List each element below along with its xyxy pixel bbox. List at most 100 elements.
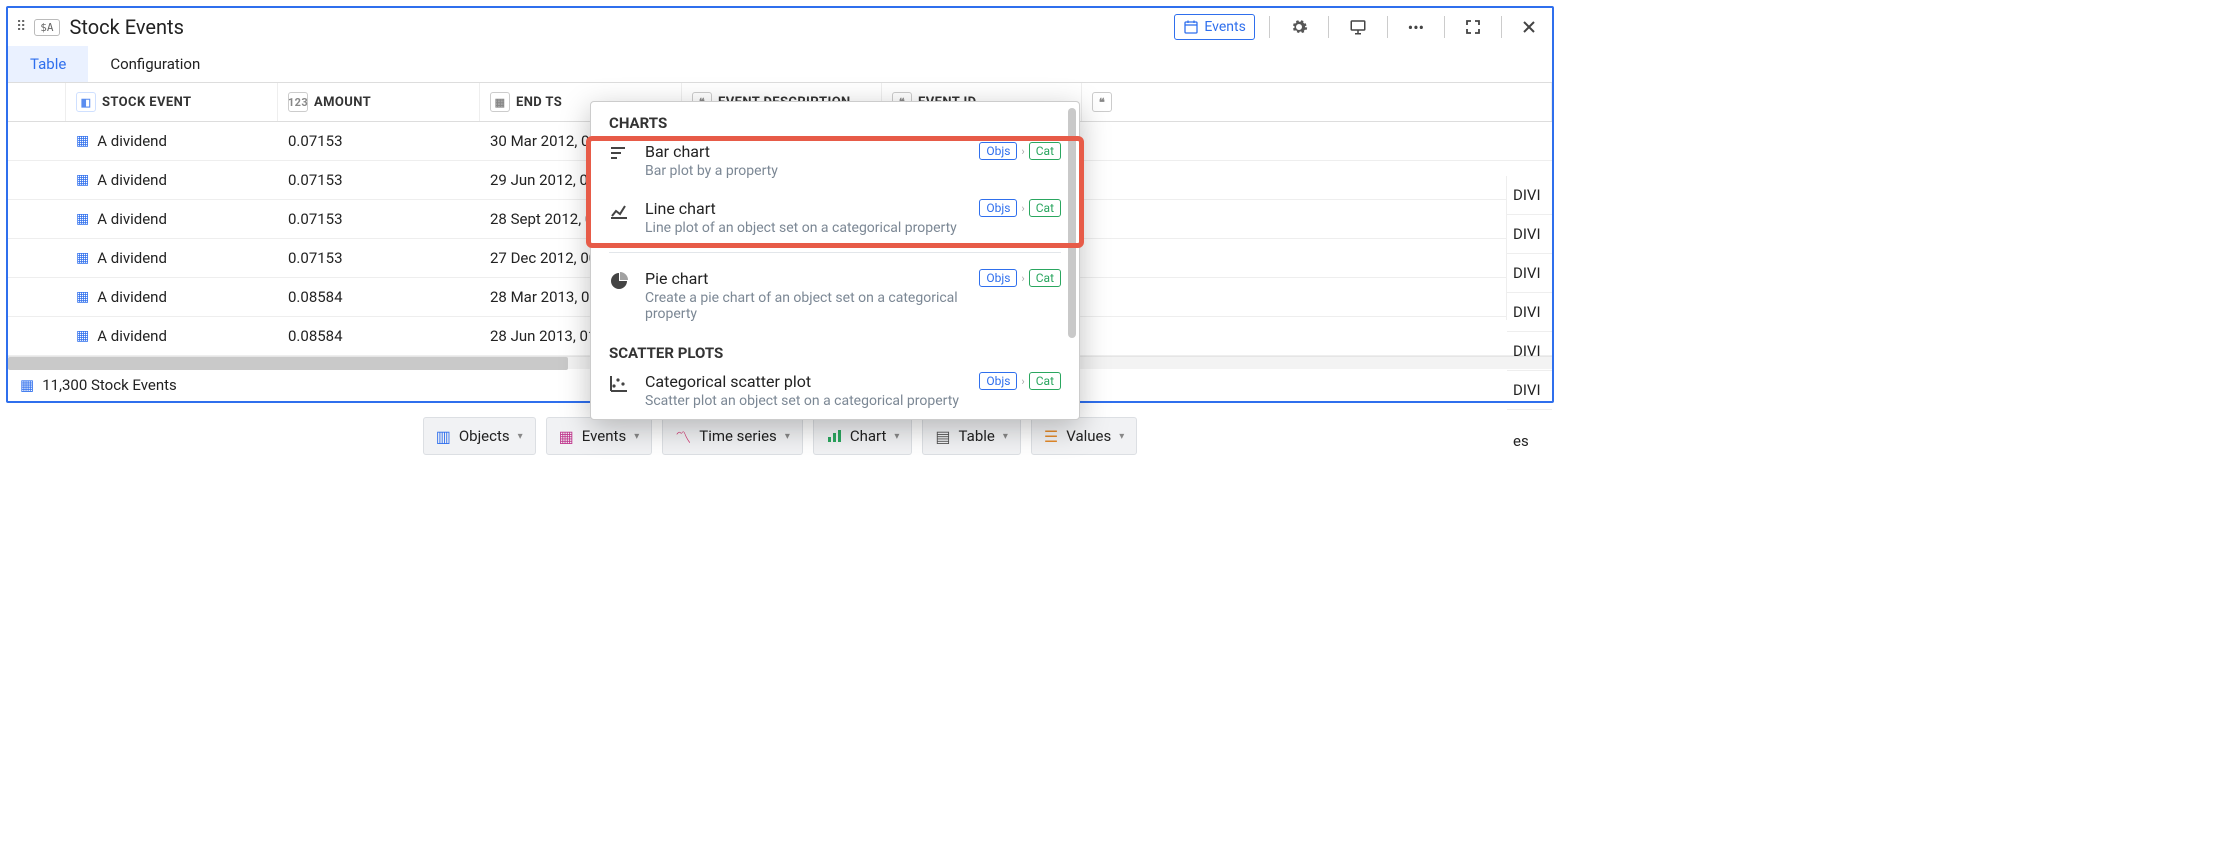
date-type-icon: ▦ bbox=[490, 92, 510, 112]
tag-cat: Cat bbox=[1029, 372, 1061, 390]
gear-icon[interactable] bbox=[1284, 14, 1314, 40]
tag-objs: Objs bbox=[979, 372, 1017, 390]
toolbar-label: Objects bbox=[459, 427, 510, 445]
chart-icon bbox=[826, 428, 842, 444]
column-handle bbox=[8, 83, 66, 121]
panel-title: Stock Events bbox=[70, 15, 1165, 39]
line-chart-icon bbox=[609, 201, 631, 221]
chevron-down-icon: ▾ bbox=[894, 431, 899, 442]
calendar-icon: ▦ bbox=[76, 133, 89, 149]
cell-event: A dividend bbox=[97, 171, 167, 189]
cell-event: A dividend bbox=[97, 288, 167, 306]
toolbar-label: Time series bbox=[699, 427, 777, 445]
calendar-icon bbox=[1183, 19, 1199, 35]
popover-item-desc: Create a pie chart of an object set on a… bbox=[645, 290, 965, 322]
popover-item-line-chart[interactable]: Line chart Line plot of an object set on… bbox=[591, 189, 1079, 246]
chart-type-popover: CHARTS Bar chart Bar plot by a property … bbox=[590, 101, 1080, 420]
popover-item-title: Bar chart bbox=[645, 142, 965, 161]
chevron-right-icon: › bbox=[1021, 272, 1024, 285]
cell-event: A dividend bbox=[97, 132, 167, 150]
toolbar-label: Values bbox=[1066, 427, 1111, 445]
cell-clip: DIVI bbox=[1507, 371, 1552, 410]
toolbar-label: Events bbox=[582, 427, 626, 445]
toolbar-table-button[interactable]: ▤ Table ▾ bbox=[922, 417, 1020, 455]
more-icon[interactable]: ••• bbox=[1402, 14, 1430, 41]
cell-amount: 0.07153 bbox=[278, 167, 480, 193]
tag-cat: Cat bbox=[1029, 142, 1061, 160]
popover-section-charts: CHARTS bbox=[591, 102, 1079, 132]
close-icon[interactable] bbox=[1516, 16, 1542, 38]
column-stock-event[interactable]: ◧ STOCK EVENT bbox=[66, 83, 278, 121]
events-button-label: Events bbox=[1204, 19, 1245, 35]
tag-objs: Objs bbox=[979, 142, 1017, 160]
cell-amount: 0.07153 bbox=[278, 245, 480, 271]
calendar-icon: ▦ bbox=[76, 328, 89, 344]
tag-cat: Cat bbox=[1029, 269, 1061, 287]
chevron-down-icon: ▾ bbox=[785, 431, 790, 442]
chevron-right-icon: › bbox=[1021, 145, 1024, 158]
tab-configuration[interactable]: Configuration bbox=[88, 46, 222, 82]
column-label: STOCK EVENT bbox=[102, 95, 191, 110]
column-label: END TS bbox=[516, 95, 562, 110]
values-icon: ☰ bbox=[1044, 427, 1058, 446]
bar-chart-icon bbox=[609, 144, 631, 164]
drag-handle-icon[interactable]: ⠿ bbox=[16, 19, 24, 35]
popover-item-desc: Line plot of an object set on a categori… bbox=[645, 220, 965, 236]
popover-item-pie-chart[interactable]: Pie chart Create a pie chart of an objec… bbox=[591, 259, 1079, 332]
toolbar-timeseries-button[interactable]: 〽 Time series ▾ bbox=[662, 417, 803, 455]
toolbar-label: Table bbox=[959, 427, 995, 445]
toolbar-values-button[interactable]: ☰ Values ▾ bbox=[1031, 417, 1137, 455]
object-type-icon: ◧ bbox=[76, 92, 96, 112]
cell-amount: 0.08584 bbox=[278, 323, 480, 349]
popover-item-title: Line chart bbox=[645, 199, 965, 218]
present-icon[interactable] bbox=[1343, 14, 1373, 40]
cell-event: A dividend bbox=[97, 210, 167, 228]
column-label: AMOUNT bbox=[314, 95, 371, 110]
popover-item-tags: Objs › Cat bbox=[979, 142, 1061, 160]
separator bbox=[1501, 16, 1502, 38]
calendar-icon: ▦ bbox=[76, 211, 89, 227]
popover-item-tags: Objs › Cat bbox=[979, 199, 1061, 217]
cell-clip: DIVI bbox=[1507, 293, 1552, 332]
popover-item-bar-chart[interactable]: Bar chart Bar plot by a property Objs › … bbox=[591, 132, 1079, 189]
toolbar-events-button[interactable]: ▦ Events ▾ bbox=[546, 417, 653, 455]
tag-objs: Objs bbox=[979, 199, 1017, 217]
popover-section-scatter: SCATTER PLOTS bbox=[591, 332, 1079, 362]
popover-item-title: Categorical scatter plot bbox=[645, 372, 965, 391]
popover-item-desc: Bar plot by a property bbox=[645, 163, 965, 179]
popover-item-desc: Scatter plot an object set on a categori… bbox=[645, 393, 965, 409]
toolbar-chart-button[interactable]: Chart ▾ bbox=[813, 417, 913, 455]
calendar-icon: ▦ bbox=[20, 376, 34, 394]
chevron-down-icon: ▾ bbox=[518, 431, 523, 442]
tab-table[interactable]: Table bbox=[8, 46, 88, 82]
column-extra[interactable]: ❝ bbox=[1082, 83, 1552, 121]
chevron-down-icon: ▾ bbox=[634, 431, 639, 442]
stock-events-panel: ⠿ $A Stock Events Events ••• Table Confi… bbox=[6, 6, 1554, 403]
toolbar-objects-button[interactable]: ▥ Objects ▾ bbox=[423, 417, 536, 455]
chevron-right-icon: › bbox=[1021, 202, 1024, 215]
scrollbar-thumb[interactable] bbox=[8, 357, 568, 370]
cell-amount: 0.08584 bbox=[278, 284, 480, 310]
column-amount[interactable]: 123 AMOUNT bbox=[278, 83, 480, 121]
popover-scrollbar[interactable] bbox=[1068, 108, 1076, 338]
scatter-plot-icon bbox=[609, 374, 631, 394]
status-count: 11,300 Stock Events bbox=[42, 376, 177, 394]
popover-divider bbox=[609, 252, 1061, 253]
panel-header: ⠿ $A Stock Events Events ••• bbox=[8, 8, 1552, 46]
separator bbox=[1444, 16, 1445, 38]
toolbar-label: Chart bbox=[850, 427, 887, 445]
cell-amount: 0.07153 bbox=[278, 206, 480, 232]
popover-item-scatter-plot[interactable]: Categorical scatter plot Scatter plot an… bbox=[591, 362, 1079, 419]
events-icon: ▦ bbox=[559, 427, 574, 446]
tab-bar: Table Configuration bbox=[8, 46, 1552, 83]
chevron-right-icon: › bbox=[1021, 375, 1024, 388]
cell-amount: 0.07153 bbox=[278, 128, 480, 154]
cell-clip: DIVI bbox=[1507, 215, 1552, 254]
right-clipped-column: DIVI DIVI DIVI DIVI DIVI DIVI es bbox=[1506, 176, 1552, 320]
expand-icon[interactable] bbox=[1459, 15, 1487, 39]
popover-item-title: Pie chart bbox=[645, 269, 965, 288]
events-button[interactable]: Events bbox=[1174, 14, 1254, 40]
cell-clip: DIVI bbox=[1507, 254, 1552, 293]
calendar-icon: ▦ bbox=[76, 250, 89, 266]
popover-item-tags: Objs › Cat bbox=[979, 372, 1061, 390]
